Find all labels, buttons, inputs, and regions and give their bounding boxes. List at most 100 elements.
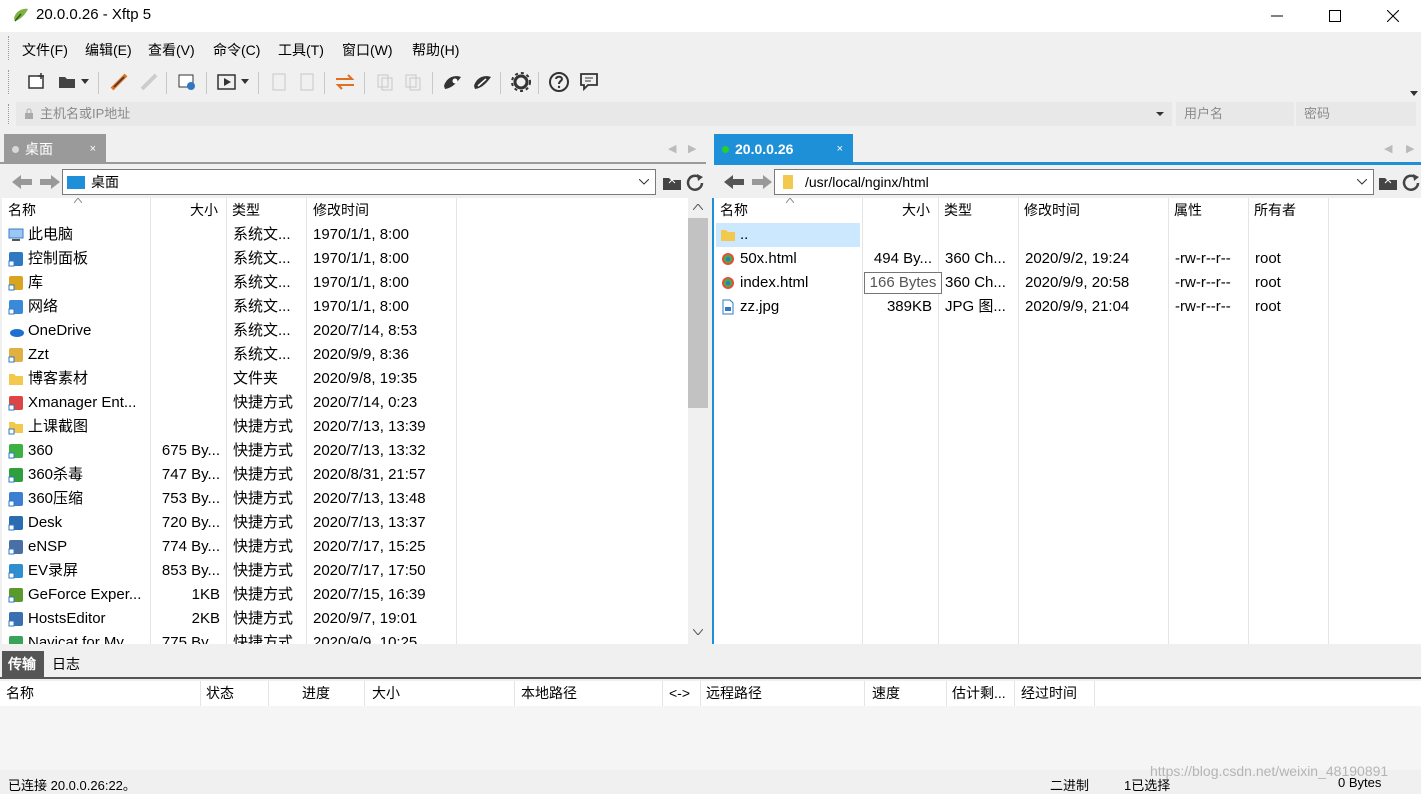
tab-remote-session[interactable]: 20.0.0.26 × xyxy=(714,134,853,164)
scroll-down-icon[interactable] xyxy=(693,629,703,635)
column-header-mtime[interactable]: 修改时间 xyxy=(1024,198,1080,222)
column-header-attributes[interactable]: 属性 xyxy=(1174,198,1202,222)
remote-file-row[interactable]: .. xyxy=(714,223,1419,247)
local-file-row[interactable]: 360 675 By... 快捷方式 2020/7/13, 13:32 xyxy=(2,439,686,463)
back-arrow-icon[interactable] xyxy=(724,174,746,190)
connect-button[interactable] xyxy=(106,69,132,95)
xftp-button[interactable] xyxy=(470,69,496,95)
column-header-type[interactable]: 类型 xyxy=(944,198,972,222)
transfer-col-local-path[interactable]: 本地路径 xyxy=(521,681,577,705)
remote-file-list[interactable]: 名称 大小 类型 修改时间 属性 所有者 .. 50x.html 494 By...… xyxy=(712,198,1421,644)
transfer-col-size[interactable]: 大小 xyxy=(372,681,400,705)
transfer-col-status[interactable]: 状态 xyxy=(206,681,234,705)
menu-edit[interactable]: 编辑(E) xyxy=(85,40,132,60)
transfer-dropdown-button[interactable] xyxy=(238,69,252,95)
transfer-col-speed[interactable]: 速度 xyxy=(872,681,900,705)
maximize-button[interactable] xyxy=(1306,0,1364,32)
column-header-mtime[interactable]: 修改时间 xyxy=(313,198,369,222)
local-file-list[interactable]: 名称 大小 类型 修改时间 此电脑 系统文... 1970/1/1, 8:00 控制面… xyxy=(2,198,708,644)
local-file-row[interactable]: 博客素材 文件夹 2020/9/8, 19:35 xyxy=(2,367,686,391)
parent-folder-icon[interactable] xyxy=(662,174,682,192)
menu-window[interactable]: 窗口(W) xyxy=(342,40,393,60)
column-header-size[interactable]: 大小 xyxy=(190,198,218,222)
new-session-button[interactable] xyxy=(24,69,50,95)
transfer-list[interactable] xyxy=(0,706,1421,770)
scroll-up-icon[interactable] xyxy=(693,204,703,210)
parent-folder-icon[interactable] xyxy=(1378,174,1398,192)
transfer-col-remote-path[interactable]: 远程路径 xyxy=(706,681,762,705)
scrollbar-thumb[interactable] xyxy=(688,218,708,408)
minimize-button[interactable] xyxy=(1248,0,1306,32)
local-file-row[interactable]: GeForce Exper... 1KB 快捷方式 2020/7/15, 16:39 xyxy=(2,583,686,607)
menu-help[interactable]: 帮助(H) xyxy=(412,40,459,60)
column-header-size[interactable]: 大小 xyxy=(902,198,930,222)
sync-button[interactable] xyxy=(332,69,358,95)
options-button[interactable] xyxy=(508,69,534,95)
toolbar-overflow-button[interactable] xyxy=(1410,84,1418,100)
tab-close-icon[interactable]: × xyxy=(90,134,96,164)
menu-view[interactable]: 查看(V) xyxy=(148,40,195,60)
close-button[interactable] xyxy=(1364,0,1421,32)
paste-button[interactable] xyxy=(400,69,426,95)
local-file-row[interactable]: 控制面板 系统文... 1970/1/1, 8:00 xyxy=(2,247,686,271)
left-path-input[interactable]: 桌面 xyxy=(62,169,656,195)
copy-button[interactable] xyxy=(372,69,398,95)
local-file-row[interactable]: 此电脑 系统文... 1970/1/1, 8:00 xyxy=(2,223,686,247)
tab-scroll-right-icon[interactable]: ▶ xyxy=(688,142,696,155)
xshell-button[interactable] xyxy=(440,69,466,95)
local-file-row[interactable]: 360压缩 753 By... 快捷方式 2020/7/13, 13:48 xyxy=(2,487,686,511)
menu-command[interactable]: 命令(C) xyxy=(213,40,260,60)
column-header-type[interactable]: 类型 xyxy=(232,198,260,222)
local-file-row[interactable]: Xmanager Ent... 快捷方式 2020/7/14, 0:23 xyxy=(2,391,686,415)
refresh-icon[interactable] xyxy=(1402,174,1421,192)
download-button[interactable] xyxy=(294,69,320,95)
open-dropdown-button[interactable] xyxy=(78,69,92,95)
transfer-col-direction[interactable]: <-> xyxy=(669,681,690,705)
local-file-row[interactable]: 网络 系统文... 1970/1/1, 8:00 xyxy=(2,295,686,319)
local-file-row[interactable]: HostsEditor 2KB 快捷方式 2020/9/7, 19:01 xyxy=(2,607,686,631)
disconnect-button[interactable] xyxy=(136,69,162,95)
transfer-col-eta[interactable]: 估计剩... xyxy=(952,681,1006,705)
local-file-row[interactable]: 360杀毒 747 By... 快捷方式 2020/8/31, 21:57 xyxy=(2,463,686,487)
menu-tools[interactable]: 工具(T) xyxy=(278,40,324,60)
username-input[interactable]: 用户名 xyxy=(1176,102,1294,126)
open-folder-button[interactable] xyxy=(54,69,80,95)
column-header-name[interactable]: 名称 xyxy=(8,198,36,222)
local-file-row[interactable]: 库 系统文... 1970/1/1, 8:00 xyxy=(2,271,686,295)
tab-log[interactable]: 日志 xyxy=(48,651,80,677)
host-input[interactable]: 主机名或IP地址 xyxy=(16,102,1172,126)
transfer-col-elapsed[interactable]: 经过时间 xyxy=(1021,681,1077,705)
local-file-row[interactable]: OneDrive 系统文... 2020/7/14, 8:53 xyxy=(2,319,686,343)
refresh-icon[interactable] xyxy=(686,174,706,192)
tab-scroll-left-icon[interactable]: ◀ xyxy=(1384,142,1392,155)
tab-scroll-left-icon[interactable]: ◀ xyxy=(668,142,676,155)
forward-arrow-icon[interactable] xyxy=(750,174,772,190)
transfer-button[interactable] xyxy=(214,69,240,95)
tab-transfer[interactable]: 传输 xyxy=(2,651,44,677)
column-header-name[interactable]: 名称 xyxy=(720,198,748,222)
local-file-row[interactable]: Desk 720 By... 快捷方式 2020/7/13, 13:37 xyxy=(2,511,686,535)
menu-file[interactable]: 文件(F) xyxy=(22,40,68,60)
transfer-col-name[interactable]: 名称 xyxy=(6,681,34,705)
right-path-input[interactable]: /usr/local/nginx/html xyxy=(774,169,1374,195)
local-file-row[interactable]: Zzt 系统文... 2020/9/9, 8:36 xyxy=(2,343,686,367)
feedback-button[interactable] xyxy=(576,69,602,95)
local-file-row[interactable]: 上课截图 快捷方式 2020/7/13, 13:39 xyxy=(2,415,686,439)
local-file-row[interactable]: Navicat for My... 775 By... 快捷方式 2020/9/9, … xyxy=(2,631,686,644)
tab-close-icon[interactable]: × xyxy=(837,134,843,164)
back-arrow-icon[interactable] xyxy=(12,174,34,190)
local-file-row[interactable]: EV录屏 853 By... 快捷方式 2020/7/17, 17:50 xyxy=(2,559,686,583)
local-file-row[interactable]: eNSP 774 By... 快捷方式 2020/7/17, 15:25 xyxy=(2,535,686,559)
remote-file-row[interactable]: 50x.html 494 By... 360 Ch... 2020/9/2, 19:2… xyxy=(714,247,1419,271)
forward-arrow-icon[interactable] xyxy=(38,174,60,190)
properties-button[interactable] xyxy=(174,69,200,95)
tab-desktop[interactable]: 桌面 × xyxy=(4,134,106,164)
local-scrollbar[interactable] xyxy=(688,198,708,644)
column-header-owner[interactable]: 所有者 xyxy=(1254,198,1296,222)
remote-file-row[interactable]: zz.jpg 389KB JPG 图... 2020/9/9, 21:04 -rw-r-… xyxy=(714,295,1419,319)
transfer-col-progress[interactable]: 进度 xyxy=(302,681,330,705)
upload-button[interactable] xyxy=(266,69,292,95)
tab-scroll-right-icon[interactable]: ▶ xyxy=(1406,142,1414,155)
password-input[interactable]: 密码 xyxy=(1296,102,1416,126)
help-button[interactable] xyxy=(546,69,572,95)
